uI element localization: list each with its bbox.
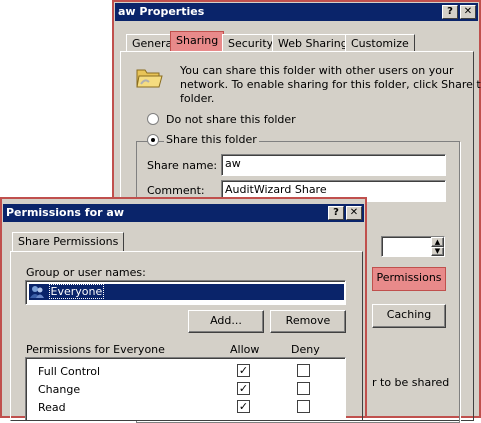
permissions-for-label: Permissions for Everyone [26, 343, 165, 356]
partial-firewall-text: r to be shared [372, 376, 450, 389]
comment-label: Comment: [147, 184, 205, 197]
tab-sharing[interactable]: Sharing [170, 31, 225, 52]
spinner-down-button[interactable]: ▼ [431, 247, 444, 256]
folder-share-icon [135, 64, 163, 90]
perm-change-label: Change [38, 383, 81, 396]
remove-button[interactable]: Remove [270, 310, 346, 333]
info-text-line-1: You can share this folder with other use… [180, 64, 454, 77]
group-users-label: Group or user names: [26, 266, 146, 279]
user-name: Everyone [48, 284, 105, 299]
radio-share[interactable] [147, 134, 159, 146]
tab-share-permissions[interactable]: Share Permissions [12, 232, 125, 252]
radio-share-label[interactable]: Share this folder [164, 133, 259, 146]
add-button[interactable]: Add... [188, 310, 264, 333]
tab-web-sharing[interactable]: Web Sharing [272, 34, 354, 52]
perm-full-control-label: Full Control [38, 365, 101, 378]
permissions-titlebar[interactable]: Permissions for aw ? ✕ [3, 204, 364, 222]
spinner-up-button[interactable]: ▲ [431, 237, 444, 247]
help-button[interactable]: ? [328, 206, 344, 220]
permissions-button[interactable]: Permissions [372, 267, 446, 291]
radio-do-not-share[interactable] [147, 113, 159, 125]
share-name-input[interactable]: aw [221, 154, 446, 176]
allow-header: Allow [230, 343, 260, 356]
info-text-line-3: folder. [180, 92, 215, 105]
close-button[interactable]: ✕ [460, 5, 476, 19]
perm-full-control-deny-checkbox[interactable] [297, 364, 310, 377]
close-button[interactable]: ✕ [346, 206, 362, 220]
properties-titlebar[interactable]: aw Properties ? ✕ [115, 3, 478, 21]
radio-do-not-share-label[interactable]: Do not share this folder [166, 113, 296, 126]
perm-full-control-allow-checkbox[interactable]: ✓ [237, 364, 250, 377]
users-group-icon [29, 285, 45, 299]
properties-title: aw Properties [118, 5, 205, 18]
tab-security[interactable]: Security [222, 34, 280, 52]
perm-read-allow-checkbox[interactable]: ✓ [237, 400, 250, 413]
tab-customize[interactable]: Customize [345, 34, 415, 52]
user-row-everyone[interactable]: Everyone [29, 284, 344, 300]
permissions-title: Permissions for aw [6, 206, 124, 219]
perm-change-allow-checkbox[interactable]: ✓ [237, 382, 250, 395]
perm-change-deny-checkbox[interactable] [297, 382, 310, 395]
deny-header: Deny [291, 343, 320, 356]
info-text-line-2: network. To enable sharing for this fold… [180, 78, 481, 91]
perm-read-label: Read [38, 401, 66, 414]
permissions-window: Permissions for aw ? ✕ Share Permissions… [0, 197, 367, 421]
share-name-label: Share name: [147, 159, 218, 172]
perm-read-deny-checkbox[interactable] [297, 400, 310, 413]
caching-button[interactable]: Caching [372, 304, 446, 328]
help-button[interactable]: ? [442, 5, 458, 19]
